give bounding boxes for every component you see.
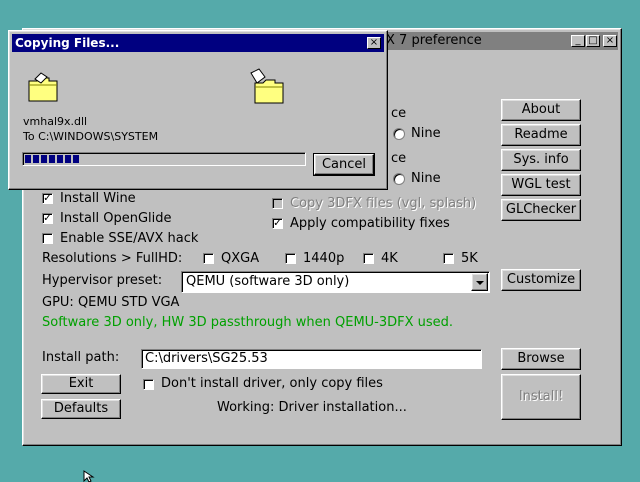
install-wine-checkbox[interactable]: ✓ [42, 193, 53, 204]
copy-progress-bar [22, 152, 306, 166]
res-5k-label: 5K [461, 251, 478, 266]
res-5k-checkbox[interactable] [443, 253, 454, 264]
hypervisor-select[interactable]: QEMU (software 3D only) [181, 271, 490, 293]
hypervisor-select-value: QEMU (software 3D only) [186, 274, 350, 289]
copy-dialog-close-button[interactable]: × [367, 37, 381, 49]
install-wine-label: Install Wine [60, 191, 136, 206]
defaults-button[interactable]: Defaults [41, 399, 121, 419]
enable-sse-label: Enable SSE/AVX hack [60, 231, 199, 246]
status-text: Working: Driver installation... [217, 400, 407, 415]
radio-label-nine-2: Nine [411, 171, 441, 186]
folder-icon [254, 79, 284, 104]
cancel-button[interactable]: Cancel [313, 153, 375, 176]
radio-nine-2[interactable] [393, 173, 405, 185]
res-4k-checkbox[interactable] [363, 253, 374, 264]
glchecker-button[interactable]: GLChecker [501, 199, 581, 221]
copy-dialog-title: Copying Files... [15, 36, 120, 50]
copy-only-label: Don't install driver, only copy files [161, 376, 383, 391]
apply-fixes-label: Apply compatibility fixes [290, 216, 450, 231]
res-1440p-checkbox[interactable] [285, 253, 296, 264]
hypervisor-label: Hypervisor preset: [42, 273, 163, 288]
install-path-label: Install path: [42, 350, 120, 365]
radio-group-label-2: ce [391, 151, 407, 166]
copy-dialog-title-bar: Copying Files... × [12, 34, 384, 52]
res-qxga-checkbox[interactable] [203, 253, 214, 264]
radio-label-nine-1: Nine [411, 126, 441, 141]
minimize-button[interactable]: _ [571, 35, 585, 47]
copy-only-checkbox[interactable] [143, 379, 154, 390]
copy-dialog: Copying Files... × vmhal9x.dll To C:\WIN… [8, 30, 388, 190]
copy-3dfx-label: Copy 3DFX files (vgl, splash) [290, 196, 477, 211]
res-4k-label: 4K [381, 251, 398, 266]
resolutions-label: Resolutions > FullHD: [42, 251, 183, 266]
apply-fixes-checkbox[interactable]: ✓ [272, 218, 283, 229]
chevron-down-icon[interactable] [471, 273, 488, 291]
install-openglide-checkbox[interactable]: ✓ [42, 213, 53, 224]
enable-sse-checkbox[interactable] [42, 233, 53, 244]
mouse-pointer-icon [83, 470, 95, 482]
close-button[interactable]: × [603, 35, 617, 47]
folder-icon [28, 72, 58, 102]
gpu-text: GPU: QEMU STD VGA [42, 295, 180, 310]
radio-nine-1[interactable] [393, 128, 405, 140]
res-1440p-label: 1440p [303, 251, 345, 266]
wgl-test-button[interactable]: WGL test [501, 174, 581, 196]
install-openglide-label: Install OpenGlide [60, 211, 172, 226]
install-button[interactable]: Install! [501, 374, 581, 420]
radio-group-label-1: ce [391, 106, 407, 121]
copy-3dfx-checkbox[interactable] [272, 198, 283, 209]
sys-info-button[interactable]: Sys. info [501, 149, 581, 171]
install-path-field[interactable]: C:\drivers\SG25.53 [141, 349, 482, 369]
copy-progress-fill [25, 155, 81, 163]
readme-button[interactable]: Readme [501, 124, 581, 146]
customize-button[interactable]: Customize [501, 269, 581, 291]
main-title-text: X 7 preference [386, 33, 482, 48]
copy-destination: To C:\WINDOWS\SYSTEM [23, 130, 159, 143]
browse-button[interactable]: Browse [501, 348, 581, 370]
maximize-button[interactable]: □ [586, 35, 600, 47]
copy-file-name: vmhal9x.dll [23, 115, 88, 128]
res-qxga-label: QXGA [221, 251, 260, 266]
info-text: Software 3D only, HW 3D passthrough when… [42, 315, 454, 330]
about-button[interactable]: About [501, 99, 581, 121]
install-path-value: C:\drivers\SG25.53 [145, 351, 268, 366]
exit-button[interactable]: Exit [41, 374, 121, 394]
